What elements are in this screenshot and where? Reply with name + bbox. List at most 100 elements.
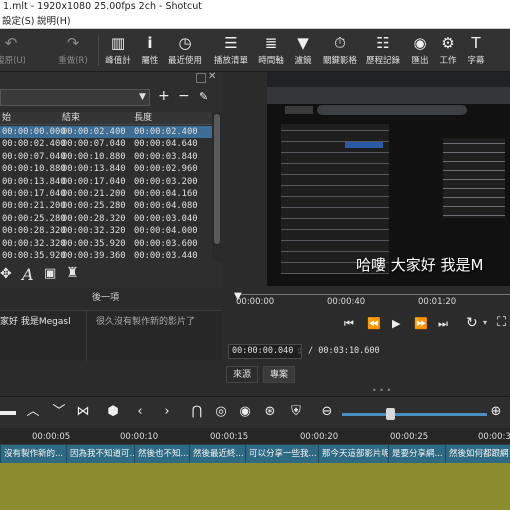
next-subtitle-field: 很久沒有製作新的影片了: [96, 317, 196, 327]
properties-button[interactable]: i 屬性: [131, 32, 169, 70]
shield-icon[interactable]: ⛨: [287, 403, 305, 421]
ruler-tick: 00:00:00: [236, 297, 275, 307]
menu-settings[interactable]: 設定(S): [2, 14, 34, 29]
cell-duration: 00:00:04.000: [134, 226, 198, 237]
table-row[interactable]: 00:00:21.200 00:00:25.280 00:00:04.080: [0, 200, 212, 212]
video-track[interactable]: [0, 463, 510, 510]
ruler-tick: 00:00:20: [300, 432, 339, 442]
ruler-tick: 00:00:10: [120, 432, 159, 442]
current-timecode[interactable]: 00:00:00.040: [228, 344, 302, 359]
subtitle-clip[interactable]: 因為我不知道可...: [66, 445, 134, 463]
menu-help[interactable]: 說明(H): [37, 14, 71, 29]
redo-icon: ↷: [66, 34, 80, 52]
skip-next-icon[interactable]: ⏭: [438, 317, 448, 331]
resize-handle[interactable]: • • •: [372, 386, 391, 395]
cell-duration: 00:00:03.440: [134, 251, 198, 261]
skip-previous-icon[interactable]: ⏮: [344, 317, 354, 331]
ruler-tick: 00:00:25: [390, 432, 429, 442]
timeline-ruler[interactable]: 00:00:05 00:00:10 00:00:15 00:00:20 00:0…: [0, 428, 510, 445]
menu-bar: 設定(S) 說明(H): [0, 14, 510, 29]
filters-button[interactable]: ▼ 濾鏡: [284, 32, 322, 70]
zoom-in-icon[interactable]: ⊕: [487, 403, 505, 421]
next-label: 後一項: [92, 293, 120, 303]
rewind-icon[interactable]: ⏪: [367, 317, 381, 330]
table-header: 始 結束 長度: [0, 112, 212, 125]
play-icon[interactable]: ▶: [392, 317, 400, 330]
loop-icon[interactable]: ↻: [466, 315, 478, 331]
subtitle-clip[interactable]: 然後最近終...: [189, 445, 245, 463]
subtitle-clip[interactable]: 那今天這部影片呢: [318, 445, 388, 463]
table-row[interactable]: 00:00:00.000 00:00:02.400 00:00:02.400: [0, 126, 212, 139]
add-track-icon[interactable]: +: [158, 88, 170, 104]
burn-in-icon[interactable]: ♜: [66, 265, 79, 281]
chevron-up-icon[interactable]: ︿: [24, 403, 42, 421]
cell-end: 00:00:28.320: [62, 213, 126, 224]
subtitle-clip[interactable]: 可以分享一些我...: [245, 445, 318, 463]
playlist-button[interactable]: ☰ 播放清單: [212, 32, 250, 70]
table-row[interactable]: 00:00:35.920 00:00:39.360 00:00:03.440: [0, 250, 212, 262]
remove-track-icon[interactable]: −: [178, 88, 190, 104]
cell-duration: 00:00:04.160: [134, 189, 198, 199]
recent-button[interactable]: ◷ 最近使用: [166, 32, 204, 70]
cell-end: 00:00:10.880: [62, 151, 126, 162]
edit-track-icon[interactable]: ✎: [199, 90, 208, 103]
subtitle-clip[interactable]: 然後也不知...: [134, 445, 189, 463]
cell-duration: 00:00:04.640: [134, 139, 198, 150]
table-row[interactable]: 00:00:25.280 00:00:28.320 00:00:03.040: [0, 213, 212, 225]
subtitle-clip[interactable]: 然後如何都跟網: [445, 445, 510, 463]
snap-icon[interactable]: ⋂: [188, 403, 206, 421]
info-icon: i: [147, 34, 153, 52]
split-icon[interactable]: ⋈: [74, 403, 92, 421]
subtitle-clip[interactable]: 沒有製作新的...: [0, 445, 66, 463]
ruler-line: [236, 294, 510, 295]
chevron-down-icon[interactable]: ▾: [483, 318, 487, 327]
next-marker-icon[interactable]: ›: [158, 403, 176, 421]
undo-button[interactable]: ↶ 復原(U): [0, 32, 30, 70]
table-row[interactable]: 00:00:17.040 00:00:21.200 00:00:04.160: [0, 188, 212, 200]
tab-source[interactable]: 來源: [226, 366, 259, 383]
col-start[interactable]: 始: [2, 112, 11, 125]
zoom-out-icon[interactable]: ⊖: [318, 403, 336, 421]
track-select[interactable]: ▼: [0, 89, 150, 106]
table-row[interactable]: 00:00:10.880 00:00:13.840 00:00:02.960: [0, 163, 212, 175]
ripple-all-icon[interactable]: ⊛: [261, 403, 279, 421]
col-duration[interactable]: 長度: [134, 112, 152, 125]
player-ruler[interactable]: ▼ 00:00:00 00:00:40 00:01:20: [222, 287, 510, 312]
fast-forward-icon[interactable]: ⏩: [414, 317, 428, 330]
marker-icon[interactable]: ⬢: [104, 403, 122, 421]
spinner-icon[interactable]: ⇕: [296, 347, 303, 357]
table-row[interactable]: 00:00:13.840 00:00:17.040 00:00:03.200: [0, 176, 212, 188]
table-row[interactable]: 00:00:32.320 00:00:35.920 00:00:03.600: [0, 238, 212, 250]
subtitles-button[interactable]: T 字幕: [457, 32, 495, 70]
scrollbar-thumb[interactable]: [214, 114, 220, 244]
scrub-icon[interactable]: ◎: [212, 403, 230, 421]
float-panel-icon[interactable]: [196, 73, 206, 83]
text-style-icon[interactable]: A: [22, 265, 34, 284]
current-subtitle-field[interactable]: 家好 我是Megas: [0, 314, 68, 327]
speech-to-text-icon[interactable]: ▣: [44, 266, 56, 281]
tab-project[interactable]: 專案: [263, 366, 296, 383]
previous-marker-icon[interactable]: ‹: [131, 403, 149, 421]
table-row[interactable]: 00:00:07.040 00:00:10.880 00:00:03.840: [0, 151, 212, 163]
table-row[interactable]: 00:00:28.320 00:00:32.320 00:00:04.000: [0, 225, 212, 237]
window-title: 1.mlt - 1920x1080 25.00fps 2ch - Shotcut: [0, 0, 510, 14]
ruler-tick: 00:00:40: [327, 297, 366, 307]
video-preview[interactable]: 哈嘍 大家好 我是M: [267, 72, 510, 286]
zoom-slider-handle[interactable]: [386, 408, 395, 420]
col-end[interactable]: 結束: [62, 112, 80, 125]
subtitles-icon: T: [471, 34, 481, 52]
zoom-fit-icon[interactable]: ⛶: [497, 315, 506, 330]
keyframes-button[interactable]: ⏱ 關鍵影格: [321, 32, 359, 70]
chevron-down-icon[interactable]: ﹀: [50, 403, 68, 421]
redo-button[interactable]: ↷ 重做(R): [54, 32, 92, 70]
ripple-icon[interactable]: ◉: [236, 403, 254, 421]
cell-duration: 00:00:03.600: [134, 238, 198, 249]
zoom-slider[interactable]: [342, 413, 487, 416]
subtitle-clip[interactable]: 是要分享網...: [388, 445, 445, 463]
table-row[interactable]: 00:00:02.400 00:00:07.040 00:00:04.640: [0, 138, 212, 150]
lift-icon[interactable]: [0, 411, 16, 415]
move-icon[interactable]: ✥: [0, 266, 12, 282]
close-panel-icon[interactable]: ✕: [208, 71, 216, 82]
cell-end: 00:00:39.360: [62, 251, 126, 261]
history-button[interactable]: ☷ 歷程記錄: [364, 32, 402, 70]
